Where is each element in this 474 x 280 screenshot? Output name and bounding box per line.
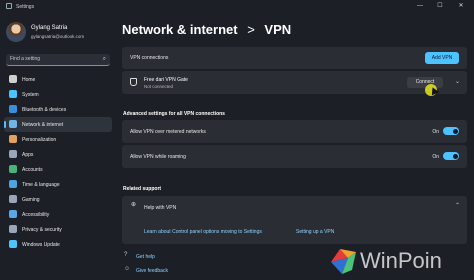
sidebar-item-label: Time & language bbox=[22, 182, 60, 188]
sidebar-item-home[interactable]: Home bbox=[4, 72, 112, 87]
metered-label: Allow VPN over metered networks bbox=[130, 129, 206, 135]
watermark: WinPoin bbox=[328, 240, 474, 280]
metered-state: On bbox=[432, 129, 439, 135]
shield-icon bbox=[9, 225, 17, 233]
sidebar-item-label: Personalization bbox=[22, 137, 57, 143]
accessibility-icon bbox=[9, 210, 17, 218]
sidebar-item-system[interactable]: System bbox=[4, 87, 112, 102]
sidebar-item-privacy-security[interactable]: Privacy & security bbox=[4, 222, 112, 237]
avatar bbox=[6, 22, 26, 42]
roaming-label: Allow VPN while roaming bbox=[130, 154, 186, 160]
winpoin-logo-icon bbox=[331, 249, 356, 274]
sidebar-item-label: Apps bbox=[22, 152, 34, 158]
roaming-toggle[interactable] bbox=[443, 152, 459, 160]
sidebar-item-windows-update[interactable]: Windows Update bbox=[4, 237, 112, 252]
breadcrumb-parent[interactable]: Network & internet bbox=[122, 22, 238, 37]
sidebar-item-label: Gaming bbox=[22, 197, 40, 203]
sidebar-item-gaming[interactable]: Gaming bbox=[4, 192, 112, 207]
roaming-state: On bbox=[432, 154, 439, 160]
add-vpn-button[interactable]: Add VPN bbox=[425, 52, 459, 64]
vpn-status: Not connected bbox=[144, 84, 174, 89]
roaming-setting-card: Allow VPN while roaming On bbox=[122, 145, 467, 168]
sidebar-item-label: Accessibility bbox=[22, 212, 50, 218]
sidebar-item-label: Accounts bbox=[22, 167, 43, 173]
sidebar-item-label: Bluetooth & devices bbox=[22, 107, 67, 113]
sidebar-nav: Home System Bluetooth & devices Network & i… bbox=[4, 72, 112, 252]
feedback-icon: ☺ bbox=[124, 266, 131, 272]
breadcrumb-current: VPN bbox=[264, 22, 292, 37]
get-help-link[interactable]: Get help bbox=[136, 254, 155, 260]
breadcrumb-separator: > bbox=[247, 22, 255, 37]
maximize-button[interactable]: ☐ bbox=[433, 2, 447, 11]
window-title: Settings bbox=[16, 4, 35, 10]
home-icon bbox=[9, 75, 17, 83]
vpn-connections-card: VPN connections Add VPN bbox=[122, 47, 467, 69]
give-feedback-link[interactable]: Give feedback bbox=[136, 268, 168, 274]
monitor-icon bbox=[9, 90, 17, 98]
sidebar-item-label: Privacy & security bbox=[22, 227, 62, 233]
network-icon bbox=[9, 120, 17, 128]
settings-app-icon bbox=[6, 3, 12, 9]
related-support-card: ⊕ Help with VPN ⌃ Learn about Control pa… bbox=[122, 196, 467, 244]
sidebar-item-label: Home bbox=[22, 77, 36, 83]
sidebar: Gylang Satria gylangsatria@outlook.com F… bbox=[0, 14, 116, 280]
sidebar-item-label: System bbox=[22, 92, 39, 98]
globe-icon: ⊕ bbox=[131, 202, 137, 208]
minimize-button[interactable]: — bbox=[413, 2, 427, 11]
sidebar-item-label: Network & internet bbox=[22, 122, 64, 128]
setting-up-vpn-link[interactable]: Setting up a VPN bbox=[296, 229, 334, 235]
page-title: Network & internet > VPN bbox=[122, 22, 291, 37]
vpn-shield-icon bbox=[130, 78, 137, 86]
globe-icon bbox=[9, 180, 17, 188]
sidebar-item-accounts[interactable]: Accounts bbox=[4, 162, 112, 177]
vpn-entry-card[interactable]: Free dari VPN Gate Not connected Connect… bbox=[122, 71, 467, 94]
search-input[interactable]: Find a setting ⌕ bbox=[6, 54, 110, 66]
vpn-name: Free dari VPN Gate bbox=[144, 77, 188, 83]
advanced-settings-title: Advanced settings for all VPN connection… bbox=[123, 111, 225, 117]
sidebar-item-time-language[interactable]: Time & language bbox=[4, 177, 112, 192]
title-bar: Settings — ☐ ✕ bbox=[0, 0, 474, 14]
sidebar-item-apps[interactable]: Apps bbox=[4, 147, 112, 162]
sidebar-item-accessibility[interactable]: Accessibility bbox=[4, 207, 112, 222]
related-support-title: Related support bbox=[123, 186, 162, 192]
gamepad-icon bbox=[9, 195, 17, 203]
sidebar-item-label: Windows Update bbox=[22, 242, 60, 248]
apps-icon bbox=[9, 150, 17, 158]
search-icon[interactable]: ⌕ bbox=[103, 54, 106, 65]
chevron-up-icon[interactable]: ⌃ bbox=[455, 202, 460, 209]
profile-email: gylangsatria@outlook.com bbox=[31, 34, 85, 39]
help-icon: ? bbox=[124, 252, 128, 258]
sidebar-item-network-internet[interactable]: Network & internet bbox=[4, 117, 112, 132]
bluetooth-icon bbox=[9, 105, 17, 113]
update-icon bbox=[9, 240, 17, 248]
vpn-connections-label: VPN connections bbox=[130, 55, 169, 61]
sidebar-item-personalization[interactable]: Personalization bbox=[4, 132, 112, 147]
metered-toggle[interactable] bbox=[443, 127, 459, 135]
metered-setting-card: Allow VPN over metered networks On bbox=[122, 120, 467, 143]
person-icon bbox=[9, 165, 17, 173]
watermark-text: WinPoin bbox=[360, 248, 442, 273]
profile-name: Gylang Satria bbox=[31, 25, 68, 31]
search-placeholder: Find a setting bbox=[10, 56, 41, 62]
sidebar-item-bluetooth-devices[interactable]: Bluetooth & devices bbox=[4, 102, 112, 117]
chevron-down-icon[interactable]: ⌄ bbox=[455, 78, 460, 85]
help-with-vpn[interactable]: Help with VPN bbox=[144, 205, 176, 211]
control-panel-link[interactable]: Learn about Control panel options moving… bbox=[144, 229, 262, 235]
brush-icon bbox=[9, 135, 17, 143]
close-button[interactable]: ✕ bbox=[454, 2, 468, 11]
